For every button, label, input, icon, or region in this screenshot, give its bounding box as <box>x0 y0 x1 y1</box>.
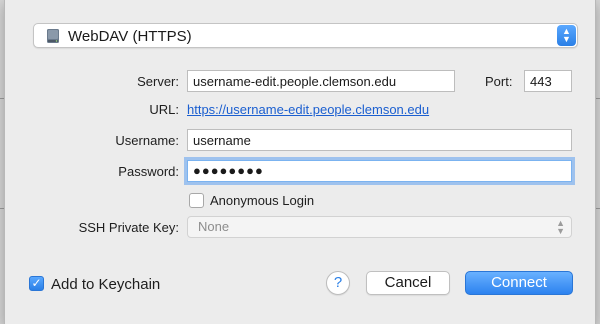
add-to-keychain-label: Add to Keychain <box>51 276 161 293</box>
port-input[interactable] <box>524 70 572 92</box>
protocol-label: WebDAV (HTTPS) <box>68 28 192 45</box>
server-input[interactable] <box>187 70 455 92</box>
cancel-button[interactable]: Cancel <box>366 271 450 295</box>
drive-icon <box>47 29 59 43</box>
connect-button[interactable]: Connect <box>465 271 573 295</box>
edge-tick <box>596 208 600 209</box>
server-label: Server: <box>137 74 179 89</box>
help-button[interactable]: ? <box>326 271 350 295</box>
anonymous-login-label: Anonymous Login <box>210 193 315 208</box>
port-label: Port: <box>485 74 513 89</box>
url-label: URL: <box>149 102 179 117</box>
protocol-popup[interactable]: WebDAV (HTTPS) ▲ ▼ <box>33 23 578 48</box>
add-to-keychain-checkbox[interactable]: ✓ <box>29 276 44 291</box>
ssh-key-label: SSH Private Key: <box>78 220 179 235</box>
url-link[interactable]: https://username-edit.people.clemson.edu <box>187 102 429 117</box>
username-input[interactable] <box>187 129 572 151</box>
username-label: Username: <box>115 133 179 148</box>
select-arrows-icon: ▲ ▼ <box>556 218 565 236</box>
password-field[interactable]: ●●●●●●●● <box>187 160 572 182</box>
ssh-key-value: None <box>198 219 230 234</box>
popup-arrows-icon: ▲ ▼ <box>557 25 576 46</box>
ssh-key-select[interactable]: None ▲ ▼ <box>187 216 572 238</box>
password-label: Password: <box>118 164 179 179</box>
edge-tick <box>596 98 600 99</box>
connection-sheet: WebDAV (HTTPS) ▲▼ Server: Port: URL: htt… <box>4 0 596 324</box>
window-edge-right <box>596 0 600 324</box>
anonymous-login-checkbox[interactable] <box>189 193 204 208</box>
